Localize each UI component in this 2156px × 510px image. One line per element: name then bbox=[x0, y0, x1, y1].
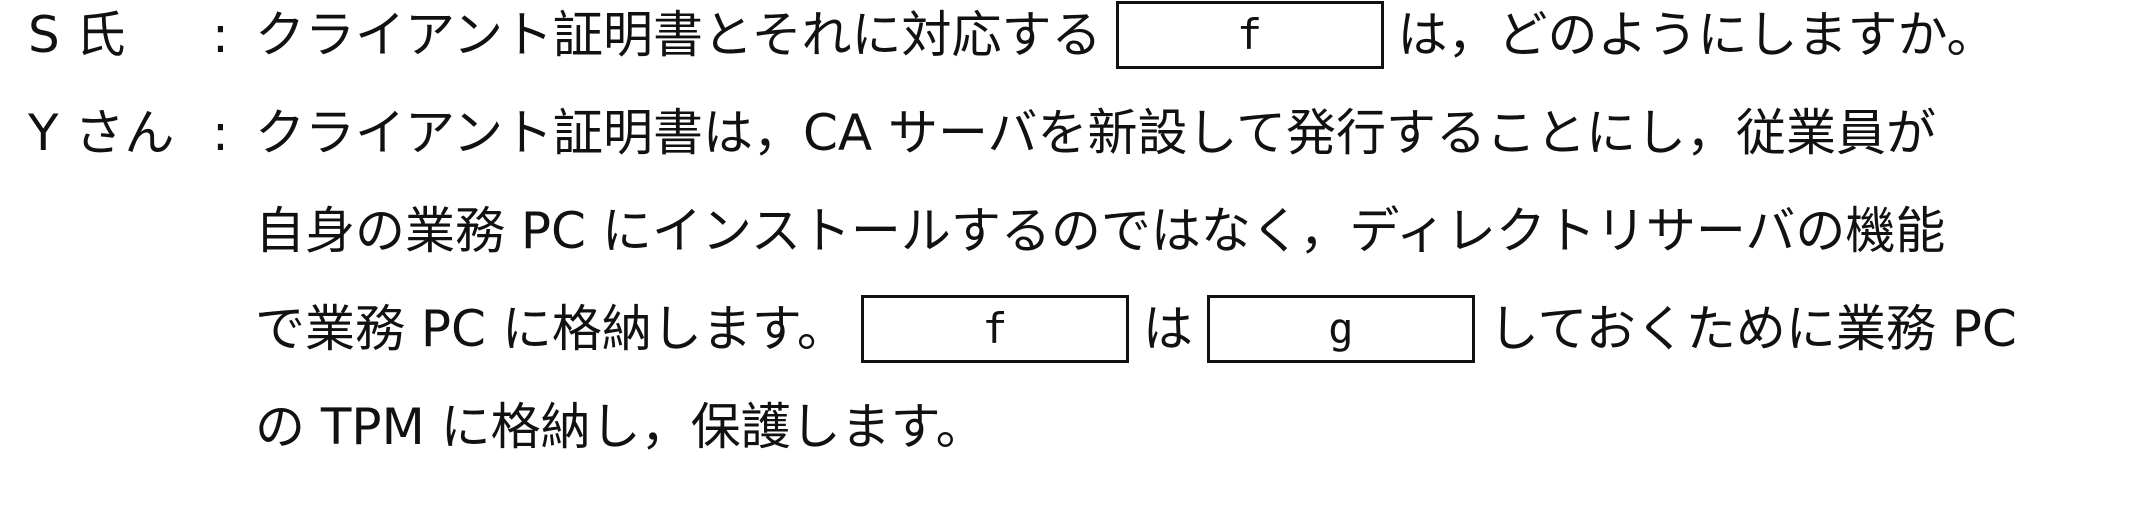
line-3-text: 自身の業務 PC にインストールするのではなく，ディレクトリサーバの機能 bbox=[255, 202, 1946, 260]
line-1-after: は，どのようにしますか。 bbox=[1397, 6, 1997, 64]
dialogue-line-3: 自身の業務 PC にインストールするのではなく，ディレクトリサーバの機能 bbox=[0, 196, 2156, 266]
answer-blank-f: f bbox=[860, 295, 1129, 363]
speaker-colon: : bbox=[212, 104, 229, 162]
line-5-text: の TPM に格納し，保護します。 bbox=[255, 398, 986, 456]
speaker-colon: : bbox=[212, 6, 229, 64]
line-1-before: クライアント証明書とそれに対応する bbox=[255, 6, 1102, 64]
line-4-before: で業務 PC に格納します。 bbox=[255, 300, 847, 358]
line-4-text: で業務 PC に格納します。 f は g しておくために業務 PC bbox=[255, 294, 2017, 364]
exam-dialogue: S 氏 : クライアント証明書とそれに対応する f は，どのようにしますか。 Y… bbox=[0, 0, 2156, 510]
dialogue-line-2: Y さん : クライアント証明書は，CA サーバを新設して発行することにし，従業… bbox=[0, 98, 2156, 168]
speaker-y: Y さん bbox=[28, 104, 175, 162]
line-4-after: しておくために業務 PC bbox=[1488, 300, 2017, 358]
line-2-text: クライアント証明書は，CA サーバを新設して発行することにし，従業員が bbox=[255, 104, 1937, 162]
answer-blank-f: f bbox=[1115, 1, 1384, 69]
speaker-s: S 氏 bbox=[28, 6, 126, 64]
dialogue-line-1: S 氏 : クライアント証明書とそれに対応する f は，どのようにしますか。 bbox=[0, 0, 2156, 70]
line-4-middle: は bbox=[1142, 300, 1193, 358]
line-1-text: クライアント証明書とそれに対応する f は，どのようにしますか。 bbox=[255, 0, 1997, 70]
answer-blank-g: g bbox=[1206, 295, 1475, 363]
dialogue-line-5: の TPM に格納し，保護します。 bbox=[0, 392, 2156, 462]
dialogue-line-4: で業務 PC に格納します。 f は g しておくために業務 PC bbox=[0, 294, 2156, 364]
